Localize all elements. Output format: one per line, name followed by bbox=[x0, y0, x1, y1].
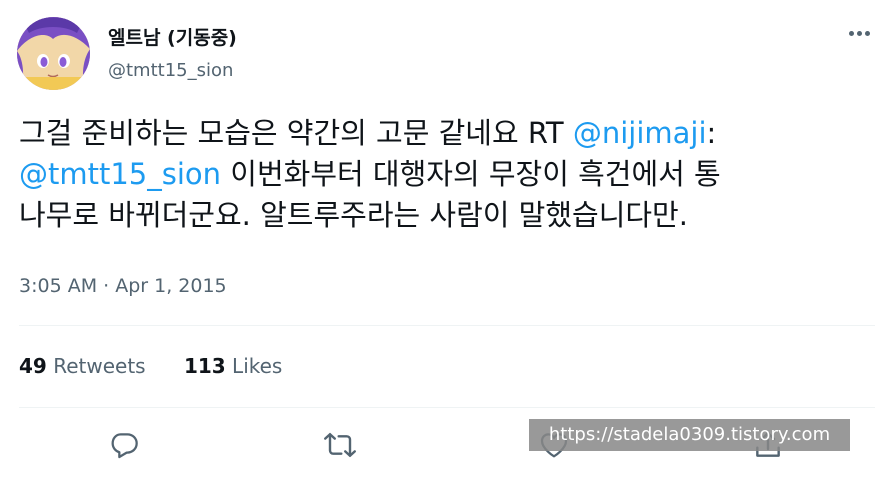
anime-avatar-icon bbox=[17, 17, 90, 90]
tweet-text-segment: 이번화부터 대행자의 무장이 흑건에서 통 bbox=[221, 157, 721, 191]
tweet-text-segment: : bbox=[706, 116, 717, 150]
divider bbox=[19, 407, 875, 408]
avatar[interactable] bbox=[17, 17, 90, 90]
likes-label: Likes bbox=[232, 354, 283, 378]
display-name[interactable]: 엘트남 (기동중) bbox=[108, 23, 237, 50]
reply-button[interactable] bbox=[104, 425, 144, 465]
user-handle[interactable]: @tmtt15_sion bbox=[108, 60, 233, 81]
retweets-label: Retweets bbox=[53, 354, 146, 378]
divider bbox=[19, 325, 875, 326]
watermark: https://stadela0309.tistory.com bbox=[529, 419, 850, 451]
tweet-line-1: 그걸 준비하는 모습은 약간의 고문 같네요 RT @nijimaji: bbox=[19, 113, 879, 154]
reply-icon bbox=[111, 433, 138, 459]
retweet-button[interactable] bbox=[320, 425, 360, 465]
retweet-icon bbox=[324, 433, 356, 457]
likes-stat[interactable]: 113 Likes bbox=[184, 354, 282, 378]
likes-count: 113 bbox=[183, 354, 226, 378]
tweet-line-3: 나무로 바뀌더군요. 알트루주라는 사람이 말했습니다만. bbox=[19, 195, 879, 236]
tweet-text-segment: 그걸 준비하는 모습은 약간의 고문 같네요 RT bbox=[19, 116, 573, 150]
retweets-count: 49 bbox=[19, 354, 47, 378]
tweet-timestamp[interactable]: 3:05 AM · Apr 1, 2015 bbox=[19, 275, 227, 297]
mention-link-nijimaji[interactable]: @nijimaji bbox=[573, 116, 707, 150]
retweets-stat[interactable]: 49 Retweets bbox=[19, 354, 146, 378]
tweet-text: 그걸 준비하는 모습은 약간의 고문 같네요 RT @nijimaji: @tm… bbox=[19, 113, 879, 236]
more-options-icon[interactable] bbox=[844, 21, 874, 45]
tweet-stats: 49 Retweets 113 Likes bbox=[19, 354, 314, 378]
tweet-line-2: @tmtt15_sion 이번화부터 대행자의 무장이 흑건에서 통 bbox=[19, 154, 879, 195]
tweet-text-segment: 나무로 바뀌더군요. 알트루주라는 사람이 말했습니다만. bbox=[19, 198, 688, 232]
mention-link-tmtt15-sion[interactable]: @tmtt15_sion bbox=[19, 157, 221, 191]
